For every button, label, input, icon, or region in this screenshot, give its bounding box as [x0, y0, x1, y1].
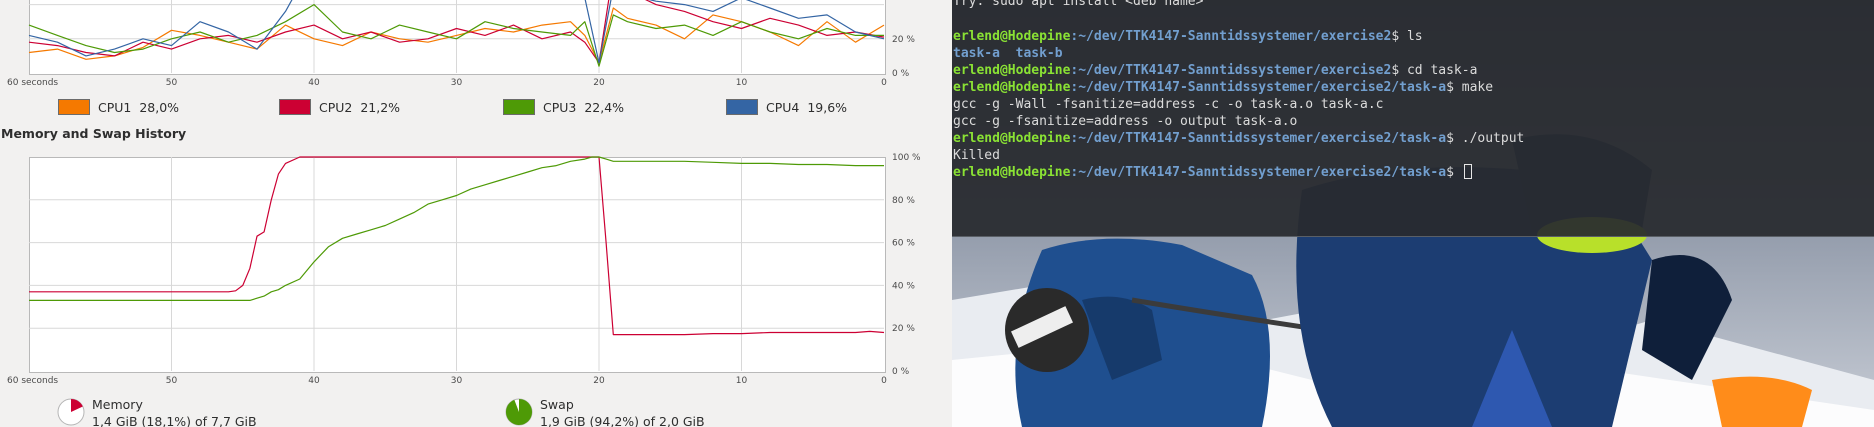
system-monitor-window: 60 seconds 50 40 30 20 10 0 20 % 0 % CPU1 28,0% … [0, 0, 952, 427]
terminal-output-line: gcc -g -fsanitize=address -o output task… [953, 114, 1298, 129]
terminal-output-line: Killed [953, 148, 1000, 163]
swap-pie-icon[interactable] [504, 397, 534, 427]
directory-entry: task-b [1015, 46, 1063, 61]
prompt-user: erlend@Hodepine [953, 29, 1071, 44]
x-tick-label: 40 [308, 376, 320, 386]
y-tick-label: 0 % [892, 367, 910, 377]
prompt-user: erlend@Hodepine [953, 165, 1071, 180]
terminal-window[interactable]: Try: sudo apt install <deb name> erlend@… [952, 0, 1874, 237]
memory-label: Memory [92, 397, 143, 412]
terminal-output-line: task-a task-b [953, 45, 1063, 62]
prompt-path: :~/dev/TTK4147-Sanntidssystemer/exercise… [1070, 63, 1392, 78]
x-tick-label: 0 [881, 376, 887, 386]
prompt-command: $ ./output [1446, 131, 1525, 146]
y-tick-label: 80 % [892, 196, 915, 206]
prompt-user: erlend@Hodepine [953, 63, 1071, 78]
prompt-user: erlend@Hodepine [953, 80, 1071, 95]
directory-entry: task-a [953, 46, 1000, 61]
terminal-prompt-line: erlend@Hodepine:~/dev/TTK4147-Sanntidssy… [953, 79, 1493, 96]
y-tick-label: 40 % [892, 281, 915, 291]
prompt-command: $ cd task-a [1391, 63, 1478, 78]
x-tick-label: 20 [593, 376, 605, 386]
x-tick-label: 60 seconds [7, 376, 58, 386]
terminal-prompt-line: erlend@Hodepine:~/dev/TTK4147-Sanntidssy… [953, 62, 1477, 79]
prompt-user: erlend@Hodepine [953, 131, 1071, 146]
y-tick-label: 20 % [892, 324, 915, 334]
prompt-path: :~/dev/TTK4147-Sanntidssystemer/exercise… [1070, 165, 1447, 180]
swap-usage-value: 1,9 GiB (94,2%) of 2,0 GiB [540, 414, 705, 427]
prompt-command: $ make [1446, 80, 1494, 95]
prompt-command: $ [1446, 165, 1462, 180]
terminal-hint-line: Try: sudo apt install <deb name> [953, 0, 1204, 9]
swap-label: Swap [540, 397, 574, 412]
desktop-area: Try: sudo apt install <deb name> erlend@… [952, 0, 1874, 427]
memory-usage-value: 1,4 GiB (18,1%) of 7,7 GiB [92, 414, 257, 427]
memory-pie-icon[interactable] [56, 397, 86, 427]
y-tick-label: 60 % [892, 239, 915, 249]
terminal-active-prompt[interactable]: erlend@Hodepine:~/dev/TTK4147-Sanntidssy… [953, 164, 1472, 181]
x-tick-label: 50 [166, 376, 178, 386]
prompt-command: $ ls [1391, 29, 1423, 44]
x-tick-label: 30 [451, 376, 463, 386]
prompt-path: :~/dev/TTK4147-Sanntidssystemer/exercise… [1070, 29, 1392, 44]
prompt-path: :~/dev/TTK4147-Sanntidssystemer/exercise… [1070, 80, 1447, 95]
terminal-prompt-line: erlend@Hodepine:~/dev/TTK4147-Sanntidssy… [953, 28, 1423, 45]
memory-swap-history-chart: 60 seconds 50 40 30 20 10 0 100 % 80 % 60 % 40 % 20… [7, 153, 921, 386]
y-tick-label: 100 % [892, 153, 921, 163]
x-tick-label: 10 [736, 376, 748, 386]
terminal-prompt-line: erlend@Hodepine:~/dev/TTK4147-Sanntidssy… [953, 130, 1524, 147]
terminal-output-line: gcc -g -Wall -fsanitize=address -c -o ta… [953, 97, 1384, 112]
prompt-path: :~/dev/TTK4147-Sanntidssystemer/exercise… [1070, 131, 1447, 146]
terminal-cursor [1463, 164, 1472, 179]
